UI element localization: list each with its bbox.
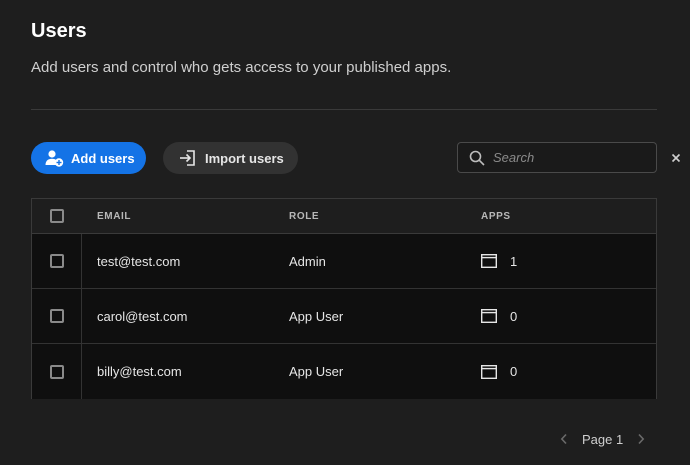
user-apps: 0 (481, 289, 517, 343)
user-role: Admin (289, 253, 326, 269)
import-icon (178, 148, 198, 168)
chevron-right-icon (638, 433, 645, 445)
user-apps-count: 0 (510, 308, 518, 324)
search-field[interactable] (457, 142, 681, 173)
search-input[interactable] (493, 150, 671, 165)
import-users-label: Import users (205, 150, 284, 166)
row-select-cell (32, 234, 82, 288)
user-apps-count: 1 (510, 253, 518, 269)
user-apps-count: 0 (510, 364, 518, 379)
page-title: Users (31, 20, 87, 42)
user-role: App User (289, 364, 344, 379)
table-row[interactable]: carol@test.com App User 0 (32, 289, 656, 344)
table-row[interactable]: test@test.com Admin 1 (32, 234, 656, 289)
user-email: billy@test.com (97, 364, 182, 379)
user-apps: 1 (481, 234, 517, 288)
import-users-button[interactable]: Import users (163, 142, 298, 174)
close-icon (671, 153, 681, 162)
row-checkbox[interactable] (49, 364, 64, 379)
user-role: App User (289, 308, 344, 324)
row-checkbox[interactable] (49, 254, 64, 268)
table-header: EMAIL ROLE APPS (32, 199, 656, 234)
user-email: test@test.com (97, 253, 181, 269)
page-indicator: Page 1 (582, 431, 624, 447)
user-email: carol@test.com (97, 308, 188, 324)
users-table: EMAIL ROLE APPS test@test.com Admin 1 ca… (31, 198, 657, 399)
table-row[interactable]: billy@test.com App User 0 (32, 344, 656, 399)
user-apps: 0 (481, 344, 517, 399)
select-all-cell (32, 199, 82, 233)
column-header-role[interactable]: ROLE (289, 199, 319, 233)
add-users-label: Add users (71, 150, 135, 166)
clear-search-button[interactable] (671, 145, 681, 171)
app-window-icon (481, 364, 497, 379)
app-window-icon (481, 254, 497, 268)
select-all-checkbox[interactable] (50, 209, 64, 223)
pagination: Page 1 (557, 429, 648, 449)
row-checkbox[interactable] (49, 309, 64, 323)
column-header-apps[interactable]: APPS (481, 199, 511, 233)
row-select-cell (32, 289, 82, 343)
column-header-email[interactable]: EMAIL (97, 199, 131, 233)
row-select-cell (32, 344, 82, 399)
search-icon (468, 149, 486, 167)
add-users-button[interactable]: Add users (31, 142, 146, 174)
add-user-icon (44, 148, 64, 168)
app-window-icon (481, 309, 497, 323)
users-page: Users Add users and control who gets acc… (0, 0, 690, 465)
next-page-button[interactable] (634, 432, 648, 446)
header-divider (31, 109, 657, 110)
prev-page-button[interactable] (557, 432, 571, 446)
page-subtitle: Add users and control who gets access to… (31, 59, 452, 76)
chevron-left-icon (560, 433, 567, 445)
